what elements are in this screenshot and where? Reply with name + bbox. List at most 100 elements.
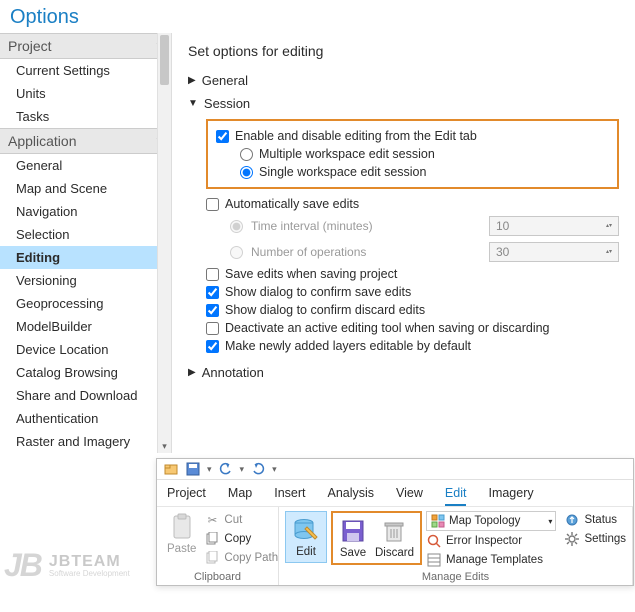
radio-label: Single workspace edit session — [259, 165, 426, 179]
spinner-value: 10 — [496, 219, 509, 233]
checkbox-label: Save edits when saving project — [225, 267, 397, 281]
save-icon — [339, 517, 367, 545]
undo-icon[interactable] — [218, 461, 234, 477]
sidebar-item-editing[interactable]: Editing — [0, 246, 171, 269]
category-label: Application — [8, 133, 77, 149]
cut-button: ✂Cut — [204, 511, 278, 529]
chevron-down-icon: ▼ — [188, 98, 198, 109]
sidebar-category-project[interactable]: Project ⌃ — [0, 33, 171, 59]
checkbox-label: Show dialog to confirm discard edits — [225, 303, 425, 317]
section-general[interactable]: ▶ General — [188, 73, 619, 88]
discard-icon — [380, 517, 408, 545]
redo-icon[interactable] — [250, 461, 266, 477]
checkbox-label: Make newly added layers editable by defa… — [225, 339, 471, 353]
button-label: Paste — [167, 543, 196, 555]
sidebar-item-share-and-download[interactable]: Share and Download — [0, 384, 171, 407]
tab-view[interactable]: View — [396, 484, 423, 506]
watermark: JB JBTEAM Software Development — [4, 547, 130, 584]
sidebar-item-geoprocessing[interactable]: Geoprocessing — [0, 292, 171, 315]
single-workspace-radio[interactable] — [240, 166, 253, 179]
checkbox-label: Show dialog to confirm save edits — [225, 285, 411, 299]
sidebar-item-raster-and-imagery[interactable]: Raster and Imagery — [0, 430, 171, 453]
make-editable-checkbox[interactable] — [206, 340, 219, 353]
dropdown-icon[interactable]: ▾ — [240, 464, 245, 475]
checkbox-label: Automatically save edits — [225, 197, 359, 211]
time-interval-radio — [230, 220, 243, 233]
confirm-discard-checkbox[interactable] — [206, 304, 219, 317]
discard-edits-button[interactable]: Discard — [371, 515, 418, 561]
sidebar-item-navigation[interactable]: Navigation — [0, 200, 171, 223]
sidebar-category-application[interactable]: Application ⌃ — [0, 128, 171, 154]
button-label: Discard — [375, 547, 414, 559]
checkbox-label: Enable and disable editing from the Edit… — [235, 129, 477, 143]
settings-button[interactable]: Settings — [564, 530, 626, 548]
dropdown-icon[interactable]: ▾ — [207, 464, 212, 475]
auto-save-checkbox[interactable] — [206, 198, 219, 211]
edit-button[interactable]: Edit — [285, 511, 327, 563]
save-project-checkbox[interactable] — [206, 268, 219, 281]
sidebar-item-units[interactable]: Units — [0, 82, 171, 105]
sidebar-item-authentication[interactable]: Authentication — [0, 407, 171, 430]
deactivate-tool-checkbox[interactable] — [206, 322, 219, 335]
error-inspector-icon — [426, 533, 442, 549]
scissors-icon: ✂ — [204, 512, 220, 528]
num-ops-radio — [230, 246, 243, 259]
scroll-thumb[interactable] — [160, 35, 169, 85]
sidebar-scrollbar[interactable]: ▴ ▾ — [157, 33, 171, 453]
sidebar-item-map-and-scene[interactable]: Map and Scene — [0, 177, 171, 200]
copy-button[interactable]: Copy — [204, 530, 278, 548]
enable-edit-tab-checkbox[interactable] — [216, 130, 229, 143]
section-annotation[interactable]: ▶ Annotation — [188, 365, 619, 380]
options-sidebar: Project ⌃ Current Settings Units Tasks A… — [0, 33, 172, 453]
open-project-icon[interactable] — [163, 461, 179, 477]
section-session[interactable]: ▼ Session — [188, 96, 619, 111]
sidebar-item-versioning[interactable]: Versioning — [0, 269, 171, 292]
tab-insert[interactable]: Insert — [274, 484, 305, 506]
page-title: Set options for editing — [188, 43, 619, 59]
clipboard-icon — [168, 513, 196, 541]
tab-imagery[interactable]: Imagery — [488, 484, 533, 506]
gear-icon — [564, 531, 580, 547]
sidebar-item-catalog-browsing[interactable]: Catalog Browsing — [0, 361, 171, 384]
sidebar-item-selection[interactable]: Selection — [0, 223, 171, 246]
tab-edit[interactable]: Edit — [445, 484, 467, 506]
sidebar-item-modelbuilder[interactable]: ModelBuilder — [0, 315, 171, 338]
watermark-tagline: Software Development — [49, 570, 130, 578]
paste-button: Paste — [163, 511, 200, 567]
highlighted-save-discard-box: Save Discard — [331, 511, 422, 565]
confirm-save-checkbox[interactable] — [206, 286, 219, 299]
save-icon[interactable] — [185, 461, 201, 477]
ribbon-panel: ▾ ▾ ▾ Project Map Insert Analysis View E… — [156, 458, 634, 586]
tab-map[interactable]: Map — [228, 484, 252, 506]
status-button[interactable]: Status — [564, 511, 626, 529]
manage-templates-button[interactable]: Manage Templates — [426, 551, 556, 569]
dropdown-icon[interactable]: ▾ — [272, 464, 277, 475]
highlighted-enable-edit-box: Enable and disable editing from the Edit… — [206, 119, 619, 189]
section-label: Annotation — [202, 365, 264, 380]
section-label: General — [202, 73, 248, 88]
button-label: Save — [340, 547, 366, 559]
dropdown-icon: ▾ — [548, 517, 552, 526]
time-interval-spinner: 10 ▴▾ — [489, 216, 619, 236]
spinner-value: 30 — [496, 245, 509, 259]
sidebar-item-general[interactable]: General — [0, 154, 171, 177]
watermark-brand: JBTEAM — [49, 554, 130, 570]
category-label: Project — [8, 38, 52, 54]
num-ops-spinner: 30 ▴▾ — [489, 242, 619, 262]
save-edits-button[interactable]: Save — [335, 515, 371, 561]
checkbox-label: Deactivate an active editing tool when s… — [225, 321, 550, 335]
scroll-down-icon[interactable]: ▾ — [158, 439, 171, 453]
map-topology-dropdown[interactable]: Map Topology ▾ — [426, 511, 556, 531]
group-label-manage-edits: Manage Edits — [285, 569, 626, 583]
error-inspector-button[interactable]: Error Inspector — [426, 532, 556, 550]
multiple-workspace-radio[interactable] — [240, 148, 253, 161]
sidebar-item-tasks[interactable]: Tasks — [0, 105, 171, 128]
ribbon-tabs: Project Map Insert Analysis View Edit Im… — [157, 480, 633, 506]
tab-project[interactable]: Project — [167, 484, 206, 506]
sidebar-item-device-location[interactable]: Device Location — [0, 338, 171, 361]
topology-icon — [430, 513, 446, 529]
sidebar-item-current-settings[interactable]: Current Settings — [0, 59, 171, 82]
options-title: Options — [0, 0, 635, 33]
section-label: Session — [204, 96, 250, 111]
tab-analysis[interactable]: Analysis — [328, 484, 375, 506]
